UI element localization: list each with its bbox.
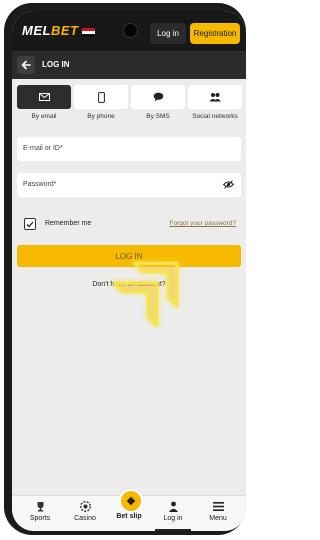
user-icon bbox=[168, 501, 178, 512]
arrow-left-icon bbox=[21, 60, 31, 70]
nav-label: Log in bbox=[163, 515, 183, 522]
forgot-password-link[interactable]: Forgot your password? bbox=[170, 220, 236, 227]
nav-label: Menu bbox=[209, 515, 227, 522]
front-camera bbox=[123, 23, 138, 38]
tab-social-networks[interactable]: Social networks bbox=[188, 85, 242, 129]
back-button[interactable] bbox=[17, 56, 35, 74]
nav-sports[interactable]: Sports bbox=[18, 500, 62, 530]
header-login-button[interactable]: Log in bbox=[150, 23, 186, 44]
tab-by-sms[interactable]: By SMS bbox=[131, 85, 185, 129]
password-placeholder: Password* bbox=[23, 181, 57, 188]
login-method-tabs: By email By phone By SMS Social networks bbox=[17, 85, 242, 129]
nav-label: Sports bbox=[29, 515, 51, 522]
checkmark-icon bbox=[26, 221, 34, 227]
people-icon bbox=[209, 93, 221, 102]
phone-icon bbox=[97, 91, 105, 103]
nav-label: Casino bbox=[74, 515, 96, 522]
casino-chip-icon bbox=[79, 500, 91, 512]
tab-label: By SMS bbox=[146, 113, 170, 120]
tab-label: By phone bbox=[87, 113, 115, 120]
tab-label: By email bbox=[31, 113, 57, 120]
tab-by-email[interactable]: By email bbox=[17, 85, 71, 129]
registration-button[interactable]: Registration bbox=[190, 23, 240, 44]
bottom-navigation: Sports Casino Bet slip Log in Menu bbox=[12, 489, 246, 531]
app-screen: MELBET Log in Registration LOG IN By ema… bbox=[12, 11, 246, 531]
page-header: LOG IN bbox=[12, 51, 246, 79]
nav-bet-slip[interactable] bbox=[119, 489, 143, 513]
eye-off-icon[interactable] bbox=[223, 180, 234, 189]
tab-by-phone[interactable]: By phone bbox=[74, 85, 128, 129]
phone-frame: MELBET Log in Registration LOG IN By ema… bbox=[4, 3, 246, 535]
remember-me-checkbox[interactable] bbox=[24, 218, 36, 230]
active-tab-indicator bbox=[155, 529, 191, 531]
ticket-icon bbox=[126, 496, 136, 506]
envelope-icon bbox=[38, 93, 50, 101]
top-bar: MELBET Log in Registration bbox=[12, 11, 246, 51]
trophy-icon bbox=[37, 501, 43, 511]
tap-arrow-overlay-icon bbox=[113, 261, 179, 327]
nav-casino[interactable]: Casino bbox=[63, 500, 107, 530]
email-placeholder: E-mail or ID* bbox=[23, 145, 63, 152]
remember-me-label: Remember me bbox=[45, 220, 92, 227]
nav-menu[interactable]: Menu bbox=[196, 500, 240, 530]
menu-icon bbox=[212, 501, 224, 511]
nav-label: Bet slip bbox=[116, 513, 142, 520]
egypt-flag-icon[interactable] bbox=[82, 28, 95, 37]
email-field[interactable]: E-mail or ID* bbox=[17, 137, 241, 161]
brand-logo[interactable]: MELBET bbox=[22, 23, 78, 38]
tab-label: Social networks bbox=[192, 113, 238, 120]
nav-log-in[interactable]: Log in bbox=[151, 500, 195, 530]
page-title: LOG IN bbox=[42, 60, 70, 69]
password-field[interactable]: Password* bbox=[17, 173, 241, 197]
chat-icon bbox=[153, 92, 163, 102]
